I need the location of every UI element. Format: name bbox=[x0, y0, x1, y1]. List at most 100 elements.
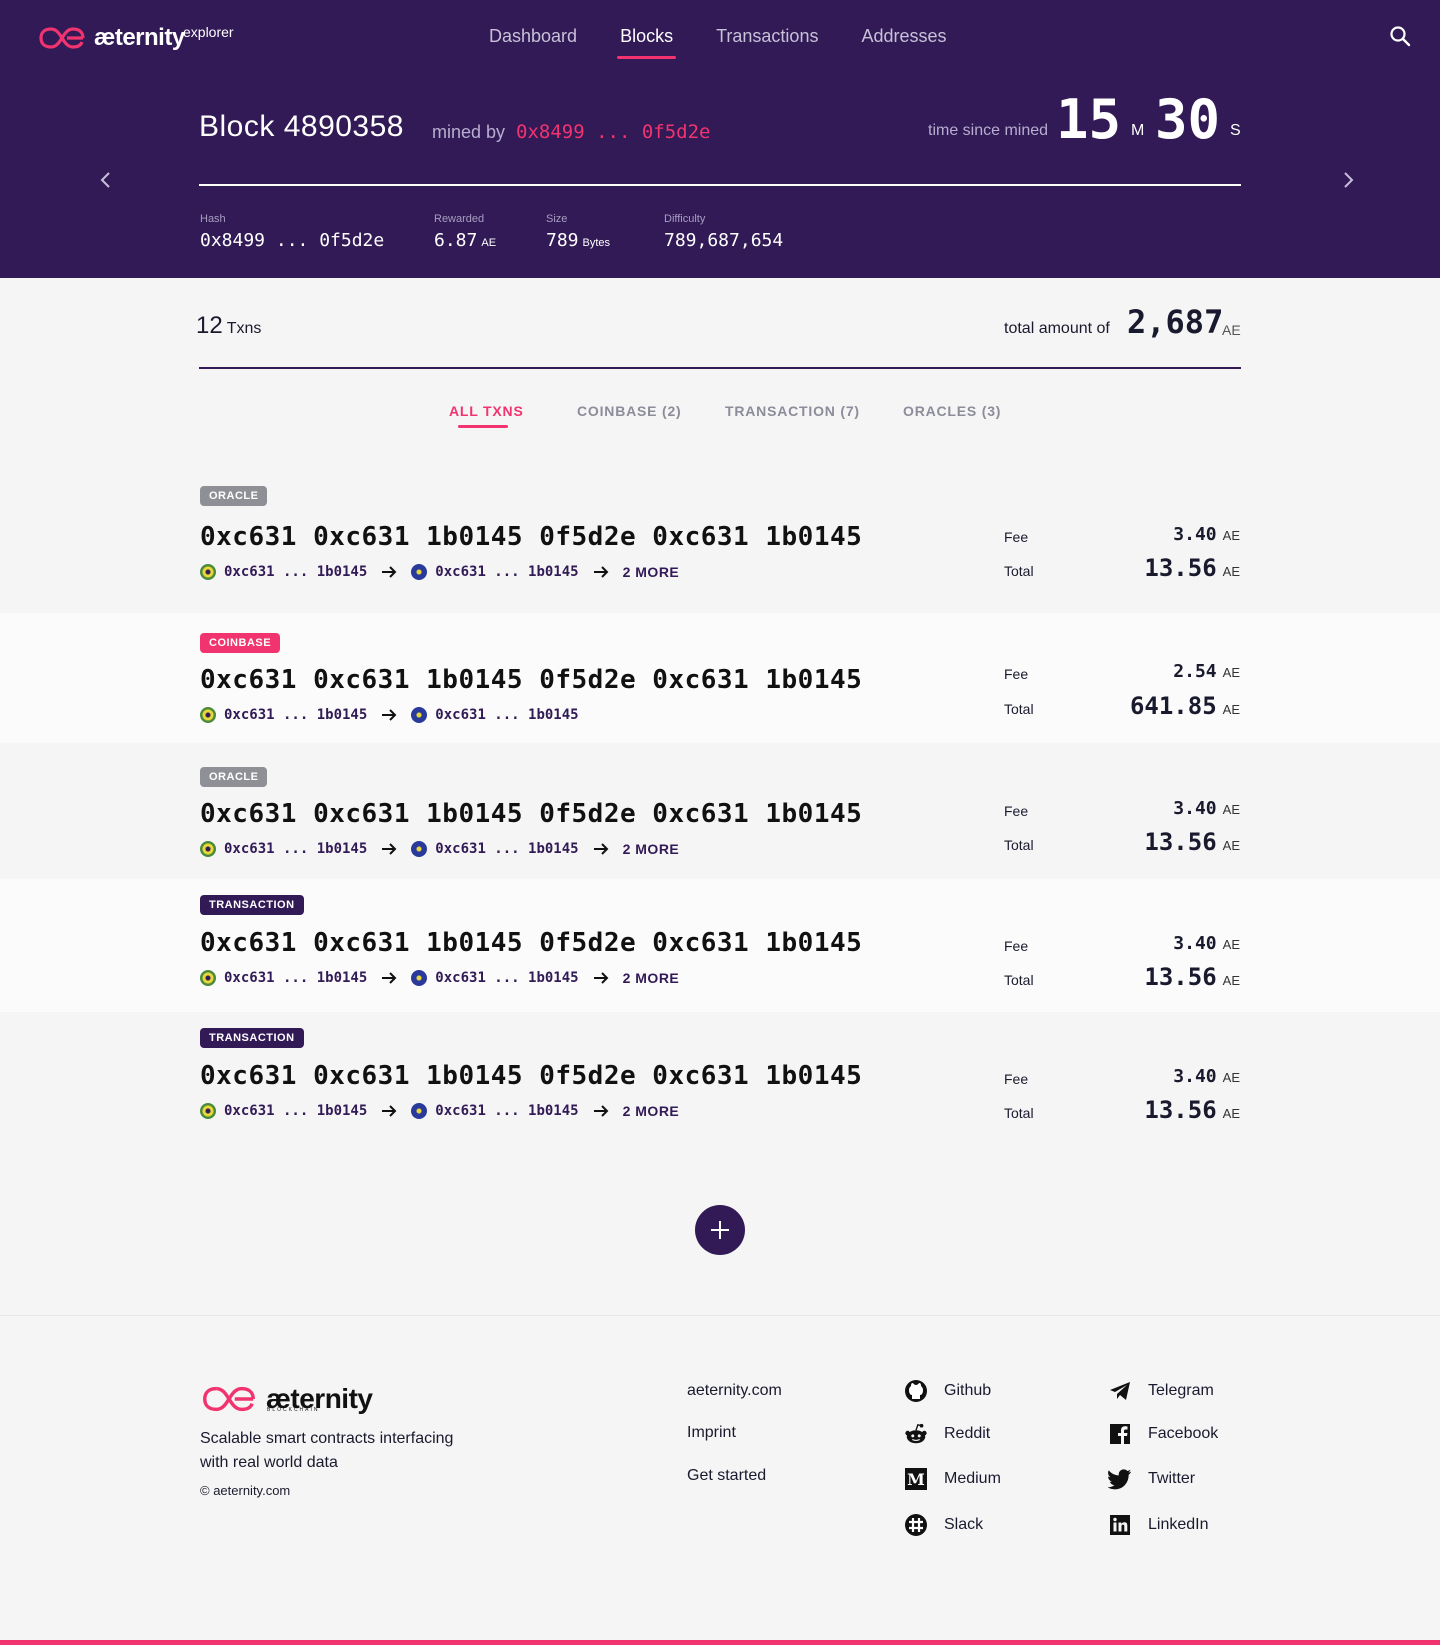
arrow-right-icon bbox=[382, 1105, 397, 1117]
reddit-icon bbox=[904, 1422, 928, 1446]
footer-link-get-started[interactable]: Get started bbox=[687, 1467, 766, 1485]
search-icon[interactable] bbox=[1388, 24, 1412, 48]
footer-link-aeternity[interactable]: aeternity.com bbox=[687, 1382, 782, 1400]
sender-address[interactable]: 0xc631 ... 1b0145 bbox=[224, 841, 367, 857]
minutes-value: 15 bbox=[1056, 88, 1122, 151]
nav-blocks[interactable]: Blocks bbox=[617, 26, 677, 59]
avatar bbox=[411, 1103, 428, 1119]
transaction-row[interactable]: COINBASE 0xc631 0xc631 1b0145 0f5d2e 0xc… bbox=[0, 613, 1440, 743]
total-amount-unit: AE bbox=[1222, 322, 1241, 338]
tab-transaction[interactable]: TRANSACTION (7) bbox=[725, 403, 860, 419]
transaction-row[interactable]: TRANSACTION 0xc631 0xc631 1b0145 0f5d2e … bbox=[0, 879, 1440, 1012]
social-label: Facebook bbox=[1148, 1425, 1219, 1442]
social-label: Medium bbox=[944, 1470, 1001, 1487]
load-more-button[interactable] bbox=[695, 1205, 745, 1255]
social-label: Twitter bbox=[1148, 1470, 1196, 1487]
tx-hash[interactable]: 0xc631 0xc631 1b0145 0f5d2e 0xc631 1b014… bbox=[200, 665, 862, 695]
more-recipients-link[interactable]: 2 MORE bbox=[623, 1103, 680, 1119]
seconds-unit: S bbox=[1230, 122, 1241, 139]
fee-label: Fee bbox=[1004, 1071, 1029, 1087]
sender-address[interactable]: 0xc631 ... 1b0145 bbox=[224, 564, 367, 580]
recipient-address[interactable]: 0xc631 ... 1b0145 bbox=[435, 1103, 578, 1119]
arrow-right-icon bbox=[593, 972, 609, 984]
footer-link-imprint[interactable]: Imprint bbox=[687, 1424, 736, 1442]
avatar bbox=[411, 707, 428, 723]
fee-label: Fee bbox=[1004, 938, 1029, 954]
recipient-address[interactable]: 0xc631 ... 1b0145 bbox=[435, 841, 578, 857]
recipient-address[interactable]: 0xc631 ... 1b0145 bbox=[435, 564, 578, 580]
social-link-facebook[interactable]: Facebook bbox=[1108, 1422, 1218, 1446]
txn-count: 12 Txns bbox=[196, 312, 262, 339]
social-label: Github bbox=[944, 1382, 992, 1399]
social-link-medium[interactable]: M Medium bbox=[904, 1467, 1001, 1491]
arrow-right-icon bbox=[382, 972, 397, 984]
block-title: Block 4890358 bbox=[199, 110, 404, 143]
total-amount-value: 2,687 bbox=[1127, 303, 1224, 341]
mined-by-label: mined by bbox=[432, 122, 506, 142]
more-recipients-link[interactable]: 2 MORE bbox=[623, 564, 680, 580]
logo[interactable]: æternity bbox=[38, 24, 185, 52]
social-link-github[interactable]: Github bbox=[904, 1379, 991, 1403]
aeternity-logo-icon bbox=[39, 27, 85, 49]
avatar bbox=[200, 564, 216, 580]
stat-rewarded-value: 6.87 AE bbox=[434, 230, 497, 251]
summary-divider bbox=[199, 367, 1241, 369]
header-divider bbox=[199, 184, 1241, 186]
stat-difficulty-label: Difficulty bbox=[664, 213, 706, 225]
fee-label: Fee bbox=[1004, 803, 1029, 819]
nav-dashboard[interactable]: Dashboard bbox=[489, 26, 577, 59]
avatar bbox=[200, 841, 216, 857]
avatar bbox=[200, 970, 216, 986]
sender-address[interactable]: 0xc631 ... 1b0145 bbox=[224, 970, 367, 986]
social-link-slack[interactable]: Slack bbox=[904, 1513, 983, 1537]
tab-all-txns[interactable]: ALL TXNS bbox=[449, 403, 524, 419]
nav-addresses[interactable]: Addresses bbox=[861, 26, 946, 59]
stat-hash-label: Hash bbox=[200, 213, 226, 225]
linkedin-icon bbox=[1108, 1513, 1132, 1537]
nav-transactions[interactable]: Transactions bbox=[716, 26, 818, 59]
total-value: 13.56 AE bbox=[1144, 554, 1240, 582]
social-link-reddit[interactable]: Reddit bbox=[904, 1422, 990, 1446]
sender-address[interactable]: 0xc631 ... 1b0145 bbox=[224, 707, 367, 723]
transaction-row[interactable]: ORACLE 0xc631 0xc631 1b0145 0f5d2e 0xc63… bbox=[0, 470, 1440, 613]
avatar bbox=[411, 970, 428, 986]
social-link-twitter[interactable]: Twitter bbox=[1108, 1467, 1195, 1491]
logo-text: æternity bbox=[94, 24, 185, 51]
chevron-left-icon[interactable] bbox=[99, 170, 113, 190]
miner-address[interactable]: 0x8499 ... 0f5d2e bbox=[516, 121, 710, 143]
arrow-right-icon bbox=[593, 1105, 609, 1117]
social-link-linkedin[interactable]: LinkedIn bbox=[1108, 1513, 1209, 1537]
social-link-telegram[interactable]: Telegram bbox=[1108, 1379, 1214, 1403]
aeternity-logo-icon bbox=[203, 1386, 255, 1412]
stat-rewarded-label: Rewarded bbox=[434, 213, 485, 225]
chevron-right-icon[interactable] bbox=[1341, 170, 1355, 190]
tx-hash[interactable]: 0xc631 0xc631 1b0145 0f5d2e 0xc631 1b014… bbox=[200, 928, 862, 958]
tab-coinbase[interactable]: COINBASE (2) bbox=[577, 403, 682, 419]
total-label: Total bbox=[1004, 1105, 1034, 1121]
total-value: 13.56 AE bbox=[1144, 828, 1240, 856]
github-icon bbox=[904, 1379, 928, 1403]
fee-value: 3.40 AE bbox=[1173, 1066, 1240, 1087]
active-tab-indicator bbox=[458, 425, 508, 428]
slack-icon bbox=[904, 1513, 928, 1537]
transaction-row[interactable]: TRANSACTION 0xc631 0xc631 1b0145 0f5d2e … bbox=[0, 1012, 1440, 1142]
transaction-row[interactable]: ORACLE 0xc631 0xc631 1b0145 0f5d2e 0xc63… bbox=[0, 743, 1440, 879]
tx-hash[interactable]: 0xc631 0xc631 1b0145 0f5d2e 0xc631 1b014… bbox=[200, 799, 862, 829]
avatar bbox=[411, 841, 428, 857]
tx-hash[interactable]: 0xc631 0xc631 1b0145 0f5d2e 0xc631 1b014… bbox=[200, 1061, 862, 1091]
avatar bbox=[200, 707, 216, 723]
tab-oracles[interactable]: ORACLES (3) bbox=[903, 403, 1001, 419]
total-value: 641.85 AE bbox=[1129, 692, 1240, 720]
social-label: LinkedIn bbox=[1148, 1516, 1209, 1533]
svg-text:M: M bbox=[907, 1470, 925, 1489]
arrow-right-icon bbox=[382, 709, 397, 721]
recipient-address[interactable]: 0xc631 ... 1b0145 bbox=[435, 707, 578, 723]
sender-address[interactable]: 0xc631 ... 1b0145 bbox=[224, 1103, 367, 1119]
tx-hash[interactable]: 0xc631 0xc631 1b0145 0f5d2e 0xc631 1b014… bbox=[200, 522, 862, 552]
total-label: Total bbox=[1004, 701, 1034, 717]
more-recipients-link[interactable]: 2 MORE bbox=[623, 841, 680, 857]
footer-logo-subtitle: BLOCKCHAIN bbox=[267, 1407, 320, 1413]
footer-divider bbox=[0, 1315, 1440, 1316]
recipient-address[interactable]: 0xc631 ... 1b0145 bbox=[435, 970, 578, 986]
more-recipients-link[interactable]: 2 MORE bbox=[623, 970, 680, 986]
